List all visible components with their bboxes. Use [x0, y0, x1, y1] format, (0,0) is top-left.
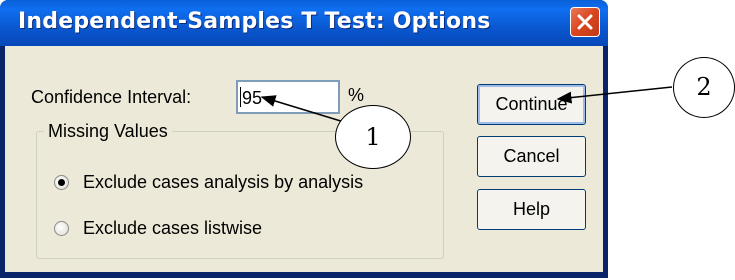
callout-2-arrow	[556, 86, 673, 104]
callout-1: 1	[335, 105, 411, 169]
callout-1-arrow	[260, 95, 345, 123]
callout-2: 2	[673, 57, 735, 118]
